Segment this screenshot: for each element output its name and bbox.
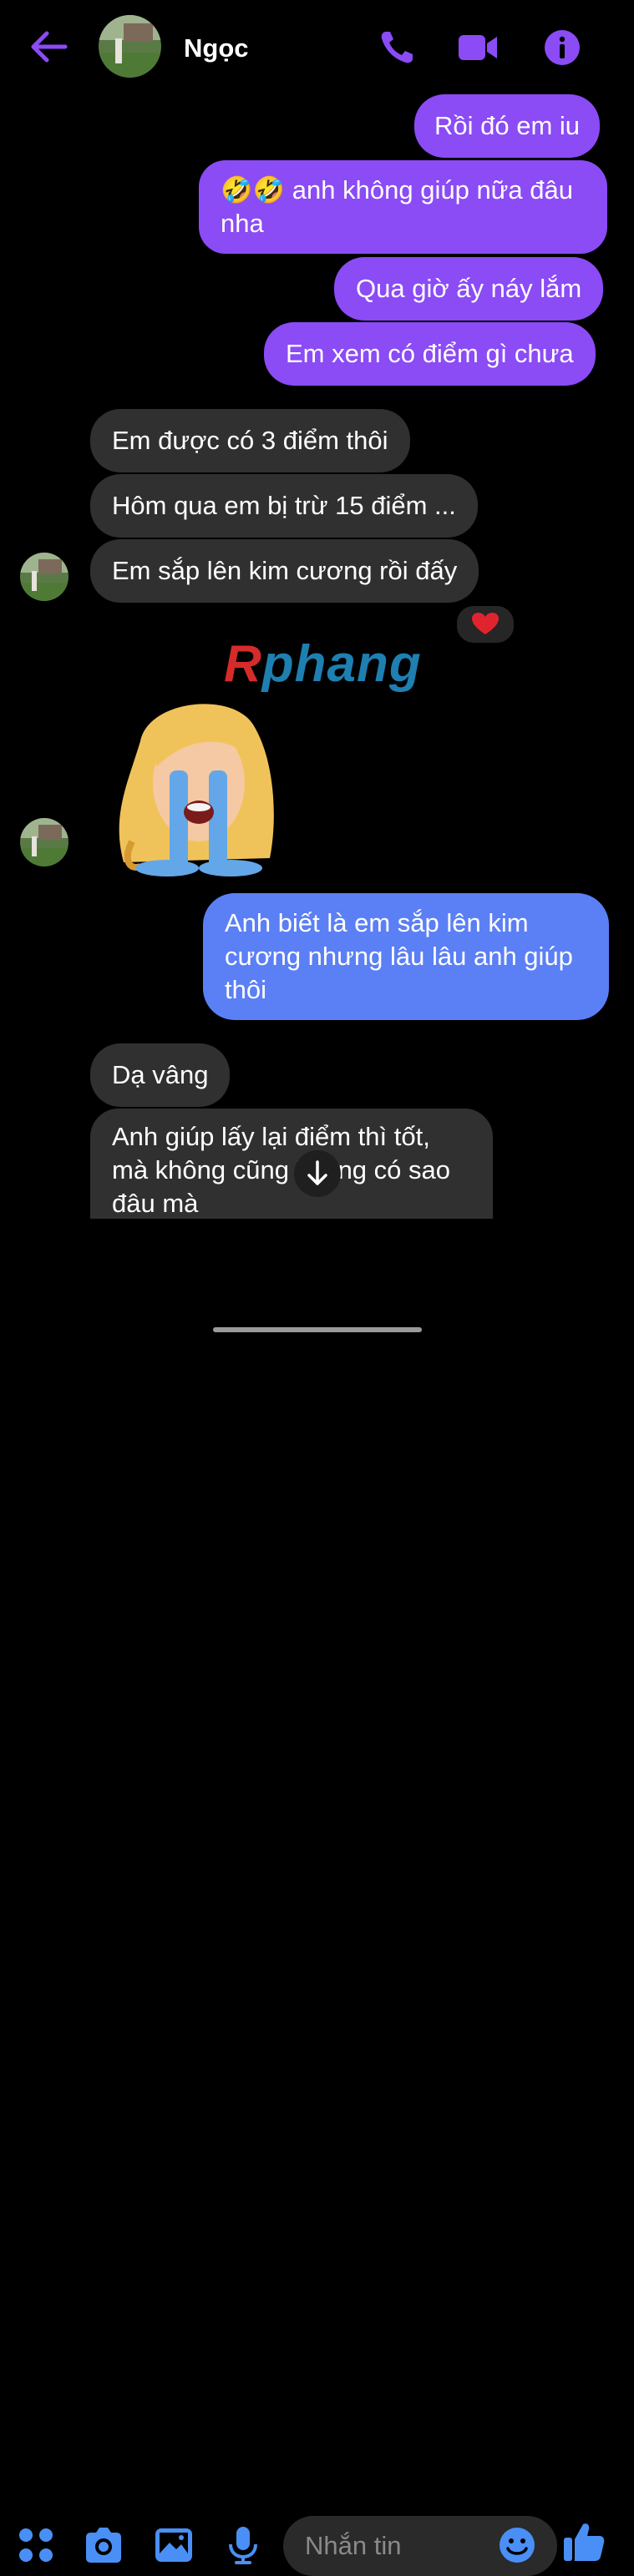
message-composer <box>0 1252 634 2576</box>
heart-reaction[interactable] <box>455 604 515 644</box>
message-incoming[interactable]: Em được có 3 điểm thôi <box>90 409 410 472</box>
video-camera-icon[interactable] <box>458 28 498 67</box>
contact-avatar-small[interactable] <box>20 818 68 866</box>
arrow-down-icon <box>307 1160 327 1185</box>
home-indicator <box>213 1327 422 1332</box>
microphone-icon[interactable] <box>222 2524 264 2566</box>
phone-icon[interactable] <box>378 28 418 67</box>
message-incoming[interactable]: Em sắp lên kim cương rồi đấy <box>90 539 479 603</box>
contact-avatar-small[interactable] <box>20 553 68 601</box>
watermark: Rphang <box>224 634 422 694</box>
info-icon[interactable] <box>542 28 582 67</box>
message-incoming[interactable]: Dạ vâng <box>90 1043 231 1107</box>
message-incoming[interactable]: Hôm qua em bị trừ 15 điểm ... <box>90 474 478 538</box>
contact-name[interactable]: Ngọc <box>184 33 249 63</box>
chat-header: Ngọc <box>0 0 634 92</box>
camera-icon[interactable] <box>83 2524 124 2566</box>
back-arrow-icon[interactable] <box>28 28 68 65</box>
message-incoming[interactable]: Anh giúp lấy lại điểm thì tốt, mà không … <box>90 1109 493 1219</box>
gallery-icon[interactable] <box>153 2524 195 2566</box>
crying-woman-sticker[interactable] <box>107 691 291 883</box>
message-outgoing[interactable]: Rồi đó em iu <box>414 94 601 158</box>
message-outgoing[interactable]: Qua giờ ấy náy lắm <box>334 257 604 321</box>
thumbs-up-icon[interactable] <box>561 2519 606 2564</box>
apps-icon[interactable] <box>15 2524 57 2566</box>
heart-icon <box>472 613 499 634</box>
emoji-icon[interactable] <box>496 2524 538 2566</box>
message-outgoing[interactable]: 🤣🤣 anh không giúp nữa đâu nha <box>199 160 607 254</box>
scroll-to-bottom-button[interactable] <box>294 1150 341 1197</box>
watermark-rest: phang <box>261 635 422 693</box>
message-outgoing[interactable]: Em xem có điểm gì chưa <box>264 322 596 386</box>
message-outgoing[interactable]: Anh biết là em sắp lên kim cương nhưng l… <box>203 893 609 1020</box>
contact-avatar[interactable] <box>99 15 161 78</box>
watermark-first-letter: R <box>224 635 262 693</box>
